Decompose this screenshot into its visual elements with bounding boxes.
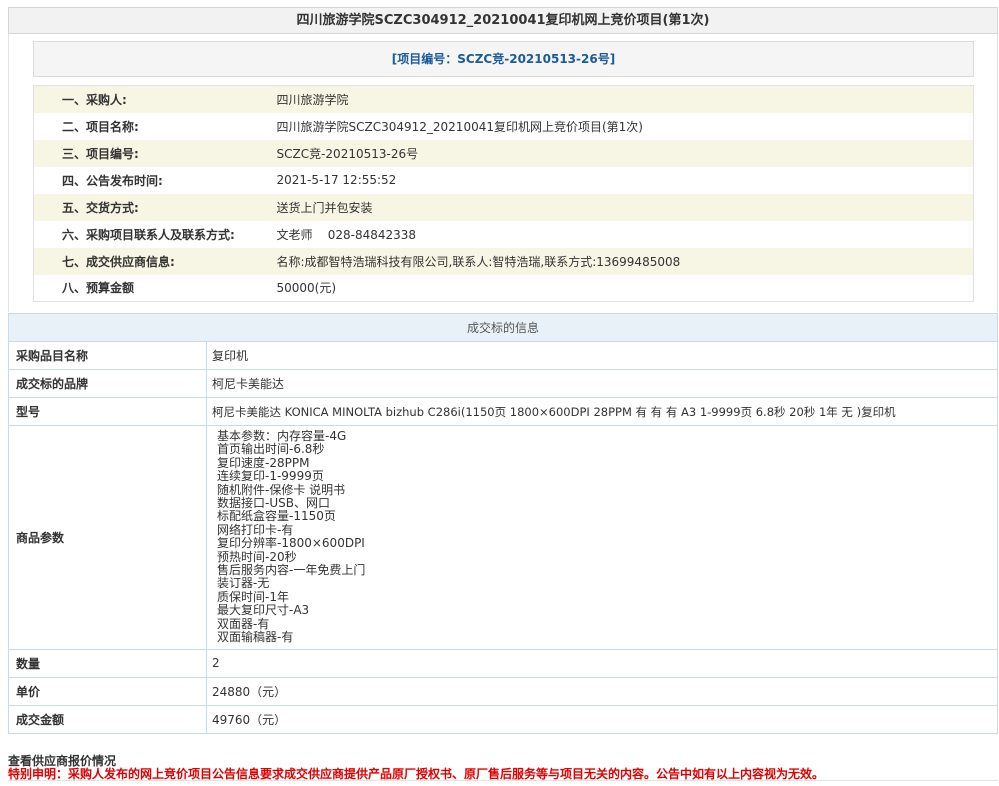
page-title: 四川旅游学院SCZC304912_20210041复印机网上竞价项目(第1次) xyxy=(8,7,998,34)
deal-label: 型号 xyxy=(8,397,207,426)
deal-table-header: 成交标的信息 xyxy=(8,313,998,342)
param-line: 双面输稿器-有 xyxy=(217,630,294,645)
param-line: 首页输出时间-6.8秒 xyxy=(217,442,325,457)
info-label: 五、交货方式: xyxy=(62,200,139,215)
info-label: 一、采购人: xyxy=(62,92,127,107)
info-label: 八、预算金额 xyxy=(62,281,135,296)
info-label: 七、成交供应商信息: xyxy=(62,254,175,269)
deal-label: 单价 xyxy=(8,676,207,706)
param-line: 基本参数：内存容量-4G xyxy=(217,429,347,443)
deal-value: 49760（元） xyxy=(206,704,998,734)
info-row-project-code: 三、项目编号: SCZC竞-20210513-26号 xyxy=(33,139,974,167)
deal-value-params: 基本参数：内存容量-4G 首页输出时间-6.8秒 复印速度-28PPM 连续复印… xyxy=(206,425,998,650)
info-value: 名称:成都智特浩瑞科技有限公司,联系人:智特浩瑞,联系方式:1369948500… xyxy=(276,254,681,269)
info-label: 四、公告发布时间: xyxy=(62,173,163,188)
info-value: 四川旅游学院 xyxy=(276,92,349,107)
deal-row-params: 商品参数 基本参数：内存容量-4G 首页输出时间-6.8秒 复印速度-28PPM… xyxy=(8,425,998,650)
info-label: 二、项目名称: xyxy=(62,119,139,134)
deal-label: 采购品目名称 xyxy=(8,341,207,370)
deal-row-item-name: 采购品目名称 复印机 xyxy=(8,341,998,370)
deal-row-brand: 成交标的品牌 柯尼卡美能达 xyxy=(8,369,998,398)
info-row-delivery: 五、交货方式: 送货上门并包安装 xyxy=(33,193,974,221)
deal-value: 柯尼卡美能达 KONICA MINOLTA bizhub C286i(1150页… xyxy=(206,397,998,426)
param-line: 随机附件-保修卡 说明书 xyxy=(217,482,346,497)
info-row-project-name: 二、项目名称: 四川旅游学院SCZC304912_20210041复印机网上竞价… xyxy=(33,112,974,140)
deal-value: 24880（元） xyxy=(206,676,998,706)
param-line: 标配纸盒容量-1150页 xyxy=(217,509,336,524)
info-value: SCZC竞-20210513-26号 xyxy=(276,146,419,161)
deal-value: 2 xyxy=(206,648,998,678)
info-row-supplier: 七、成交供应商信息: 名称:成都智特浩瑞科技有限公司,联系人:智特浩瑞,联系方式… xyxy=(33,247,974,275)
param-line: 复印分辨率-1800×600DPI xyxy=(217,536,365,551)
info-label: 三、项目编号: xyxy=(62,146,139,161)
info-value: 文老师 028-84842338 xyxy=(276,227,417,242)
info-row-budget: 八、预算金额 50000(元) xyxy=(33,274,974,302)
page: 四川旅游学院SCZC304912_20210041复印机网上竞价项目(第1次) … xyxy=(0,0,999,786)
deal-value: 复印机 xyxy=(206,341,998,370)
deal-label: 成交金额 xyxy=(8,704,207,734)
info-row-purchaser: 一、采购人: 四川旅游学院 xyxy=(33,85,974,113)
info-value: 送货上门并包安装 xyxy=(276,200,373,215)
param-line: 装订器-无 xyxy=(217,576,270,591)
param-line: 双面器-有 xyxy=(217,616,270,631)
info-value: 50000(元) xyxy=(276,281,337,296)
deal-row-unit-price: 单价 24880（元） xyxy=(8,676,998,706)
deal-label: 数量 xyxy=(8,648,207,678)
info-row-publish-time: 四、公告发布时间: 2021-5-17 12:55:52 xyxy=(33,166,974,194)
param-line: 复印速度-28PPM xyxy=(217,455,310,470)
deal-row-qty: 数量 2 xyxy=(8,648,998,678)
bottom-divider xyxy=(8,780,998,781)
info-value: 四川旅游学院SCZC304912_20210041复印机网上竞价项目(第1次) xyxy=(276,119,643,134)
deal-value: 柯尼卡美能达 xyxy=(206,369,998,398)
param-line: 连续复印-1-9999页 xyxy=(217,469,324,484)
announcement-info-table: 一、采购人: 四川旅游学院 二、项目名称: 四川旅游学院SCZC304912_2… xyxy=(33,85,974,302)
project-code-banner: [项目编号：SCZC竞-20210513-26号] xyxy=(33,41,974,77)
deal-row-model: 型号 柯尼卡美能达 KONICA MINOLTA bizhub C286i(11… xyxy=(8,397,998,426)
deal-label: 成交标的品牌 xyxy=(8,369,207,398)
info-row-contact: 六、采购项目联系人及联系方式: 文老师 028-84842338 xyxy=(33,220,974,248)
param-line: 最大复印尺寸-A3 xyxy=(217,603,310,618)
info-value: 2021-5-17 12:55:52 xyxy=(276,173,397,187)
deal-label: 商品参数 xyxy=(8,425,207,650)
deal-info-table: 成交标的信息 采购品目名称 复印机 成交标的品牌 柯尼卡美能达 型号 柯尼卡美能… xyxy=(8,313,998,734)
deal-row-total: 成交金额 49760（元） xyxy=(8,704,998,734)
params-list: 基本参数：内存容量-4G 首页输出时间-6.8秒 复印速度-28PPM 连续复印… xyxy=(212,426,997,649)
param-line: 质保时间-1年 xyxy=(217,589,289,604)
param-line: 售后服务内容-一年免费上门 xyxy=(217,563,366,578)
info-label: 六、采购项目联系人及联系方式: xyxy=(62,227,235,242)
